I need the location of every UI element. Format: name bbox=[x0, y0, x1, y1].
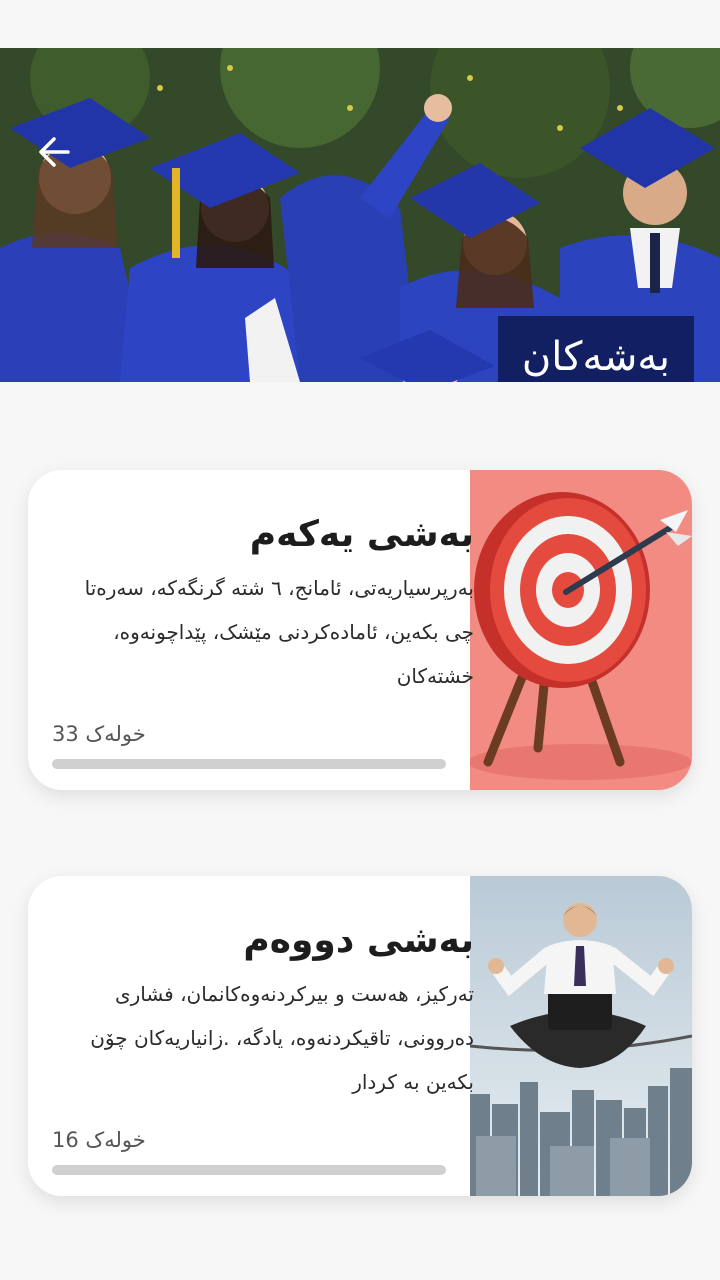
back-button[interactable] bbox=[34, 132, 78, 176]
progress-bar bbox=[52, 759, 446, 769]
section-card[interactable]: بەشی دووەم تەرکیز، هەست و بیرکردنەوەکانم… bbox=[28, 876, 692, 1196]
lesson-count: 16 خولەک bbox=[52, 1128, 146, 1152]
section-description: بەرپرسیاریەتی، ئامانج، ٦ شتە گرنگەکە، سە… bbox=[84, 576, 474, 688]
section-title: بەشی دووەم bbox=[243, 920, 474, 961]
section-title: بەشی یەکەم bbox=[249, 514, 474, 555]
target-icon bbox=[470, 470, 692, 790]
arrow-left-icon bbox=[39, 137, 70, 167]
header-banner: بەشەکان bbox=[0, 48, 720, 382]
section-text: بەشی یەکەم بەرپرسیاریەتی، ئامانج، ٦ شتە … bbox=[52, 506, 474, 698]
progress-bar bbox=[52, 1165, 446, 1175]
section-card[interactable]: بەشی یەکەم بەرپرسیاریەتی، ئامانج، ٦ شتە … bbox=[28, 470, 692, 790]
page-title: بەشەکان bbox=[497, 316, 694, 382]
section-text: بەشی دووەم تەرکیز، هەست و بیرکردنەوەکانم… bbox=[52, 912, 474, 1104]
meditating-businessman-image bbox=[470, 876, 692, 1196]
sections-screen: بەشەکان بەشی یەکەم بەرپرسیاریەتی، ئامانج… bbox=[0, 0, 720, 1280]
section-description: تەرکیز، هەست و بیرکردنەوەکانمان، فشاری د… bbox=[90, 982, 474, 1094]
lesson-count: 33 خولەک bbox=[52, 722, 146, 746]
